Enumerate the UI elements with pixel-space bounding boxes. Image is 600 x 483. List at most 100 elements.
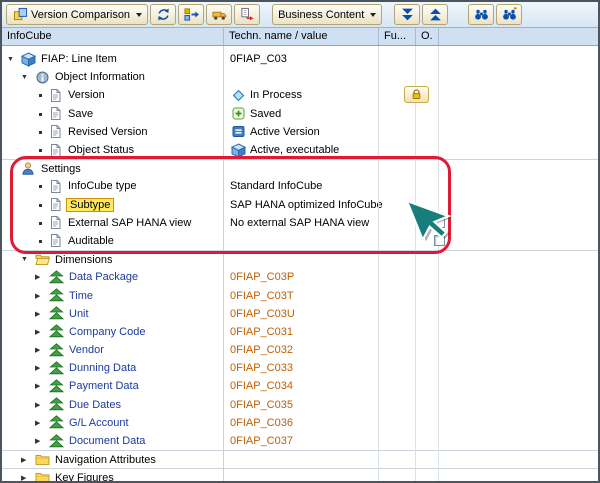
row-label: Settings [39, 163, 83, 175]
expander-collapsed-icon[interactable]: ▶ [34, 273, 48, 281]
doc-icon [47, 197, 63, 213]
row-value: Active, executable [250, 144, 339, 156]
dimension-icon [48, 342, 64, 358]
expander-collapsed-icon[interactable]: ▶ [34, 328, 48, 336]
expand-all-button[interactable] [394, 4, 420, 25]
tree-row-settings[interactable]: Settings [2, 159, 598, 177]
tree-row-external-sap-hana-view[interactable]: External SAP HANA viewNo external SAP HA… [2, 214, 598, 232]
tree-row-unit[interactable]: ▶Unit0FIAP_C03U [2, 305, 598, 323]
expander-collapsed-icon[interactable]: ▶ [34, 364, 48, 372]
tree-row-infocube-type[interactable]: InfoCube typeStandard InfoCube [2, 177, 598, 195]
expander-collapsed-icon[interactable]: ▶ [20, 456, 34, 464]
row-value: 0FIAP_C033 [230, 362, 293, 374]
tree-row-data-package[interactable]: ▶Data Package0FIAP_C03P [2, 268, 598, 286]
column-header-fu[interactable]: Fu... [379, 28, 416, 45]
tree-row-first-cell: ▶Navigation Attributes [2, 451, 224, 468]
transfer-icon [183, 7, 199, 23]
row-label: Object Status [66, 144, 136, 156]
find-button[interactable] [468, 4, 494, 25]
tree-row-subtype[interactable]: SubtypeSAP HANA optimized InfoCube [2, 196, 598, 214]
collapse-all-button[interactable] [422, 4, 448, 25]
row-value: 0FIAP_C031 [230, 326, 293, 338]
bullet-icon [34, 232, 47, 250]
tree-row-payment-data[interactable]: ▶Payment Data0FIAP_C034 [2, 377, 598, 395]
binoculars-next-icon [501, 7, 517, 23]
row-value: 0FIAP_C03 [230, 53, 287, 65]
tree-row-value-cell [224, 232, 598, 250]
bullet-icon [34, 105, 47, 123]
expander-expanded-icon[interactable]: ▼ [20, 256, 34, 263]
column-header-filler [439, 28, 598, 45]
tree-row-g-l-account[interactable]: ▶ G/L Account 0FIAP_C036 [2, 414, 598, 432]
dimension-icon [48, 269, 64, 285]
copy-button[interactable] [234, 4, 260, 25]
row-value: 0FIAP_C03T [230, 290, 294, 302]
tree-row-value-cell: Active, executable [224, 141, 598, 159]
object-information-icon [34, 69, 50, 85]
row-label: Subtype [66, 198, 114, 212]
column-header-infocube[interactable]: InfoCube [2, 28, 224, 45]
dimension-icon [48, 433, 64, 449]
expander-collapsed-icon[interactable]: ▶ [34, 401, 48, 409]
business-content-label: Business Content [278, 9, 364, 21]
find-next-button[interactable] [496, 4, 522, 25]
tree-row-value-cell: 0FIAP_C036 [224, 414, 598, 432]
transport-button[interactable] [206, 4, 232, 25]
transfer-button[interactable] [178, 4, 204, 25]
tree-row-key-figures[interactable]: ▶Key Figures [2, 468, 598, 483]
row-value: No external SAP HANA view [230, 217, 369, 229]
expander-collapsed-icon[interactable]: ▶ [34, 437, 48, 445]
tree-row-auditable[interactable]: Auditable [2, 232, 598, 250]
column-header-techn-name[interactable]: Techn. name / value [224, 28, 379, 45]
tree-row-vendor[interactable]: ▶Vendor0FIAP_C032 [2, 341, 598, 359]
doc-icon [47, 215, 63, 231]
expander-collapsed-icon[interactable]: ▶ [34, 346, 48, 354]
version-comparison-button[interactable]: Version Comparison [6, 4, 148, 25]
row-value: 0FIAP_C035 [230, 399, 293, 411]
tree-row-value-cell [224, 469, 598, 483]
display-change-toggle-button[interactable] [404, 86, 429, 103]
expander-collapsed-icon[interactable]: ▶ [20, 474, 34, 482]
tree-row-due-dates[interactable]: ▶Due Dates0FIAP_C035 [2, 396, 598, 414]
tree-row-time[interactable]: ▶Time0FIAP_C03T [2, 286, 598, 304]
adjust-button[interactable] [150, 4, 176, 25]
tree-row-value-cell [224, 251, 598, 268]
in-process-icon [230, 87, 246, 103]
tree-row-first-cell: ▶Vendor [2, 341, 224, 359]
row-label: Object Information [53, 71, 147, 83]
tree-row-document-data[interactable]: ▶Document Data0FIAP_C037 [2, 432, 598, 450]
tree-row-object-status[interactable]: Object Status Active, executable [2, 141, 598, 159]
tree-row-first-cell: ▼FIAP: Line Item [2, 50, 224, 68]
row-label: G/L Account [67, 417, 131, 429]
expander-collapsed-icon[interactable]: ▶ [34, 292, 48, 300]
row-value: 0FIAP_C037 [230, 435, 293, 447]
column-header-o[interactable]: O. [416, 28, 439, 45]
tree-row-navigation-attributes[interactable]: ▶Navigation Attributes [2, 450, 598, 468]
expander-expanded-icon[interactable]: ▼ [6, 56, 20, 63]
expander-collapsed-icon[interactable]: ▶ [34, 310, 48, 318]
expander-collapsed-icon[interactable]: ▶ [34, 419, 48, 427]
tree-row-first-cell: ▶Dunning Data [2, 359, 224, 377]
tree-row-revised-version[interactable]: Revised VersionActive Version [2, 123, 598, 141]
bullet-icon [34, 177, 47, 195]
row-checkbox[interactable] [434, 217, 445, 228]
tree-row-dimensions[interactable]: ▼ Dimensions [2, 250, 598, 268]
toolbar: Version Comparison Business Content [2, 2, 598, 28]
tree-row-object-information[interactable]: ▼ Object Information [2, 68, 598, 86]
business-content-button[interactable]: Business Content [272, 4, 382, 25]
row-checkbox[interactable] [434, 235, 445, 246]
tree-row-fiap-line-item[interactable]: ▼FIAP: Line Item 0FIAP_C03 [2, 50, 598, 68]
row-label: Dimensions [53, 254, 114, 266]
row-label: Version [66, 89, 107, 101]
expander-collapsed-icon[interactable]: ▶ [34, 382, 48, 390]
tree-row-company-code[interactable]: ▶Company Code0FIAP_C031 [2, 323, 598, 341]
tree-row-value-cell [224, 160, 598, 177]
tree-row-save[interactable]: SaveSaved [2, 105, 598, 123]
row-label: Revised Version [66, 126, 150, 138]
tree-row-dunning-data[interactable]: ▶Dunning Data 0FIAP_C033 [2, 359, 598, 377]
dimension-icon [48, 324, 64, 340]
doc-icon [47, 124, 63, 140]
expander-expanded-icon[interactable]: ▼ [20, 74, 34, 81]
tree-row-version[interactable]: VersionIn Process [2, 86, 598, 104]
tree-row-first-cell: ▼ Dimensions [2, 251, 224, 268]
